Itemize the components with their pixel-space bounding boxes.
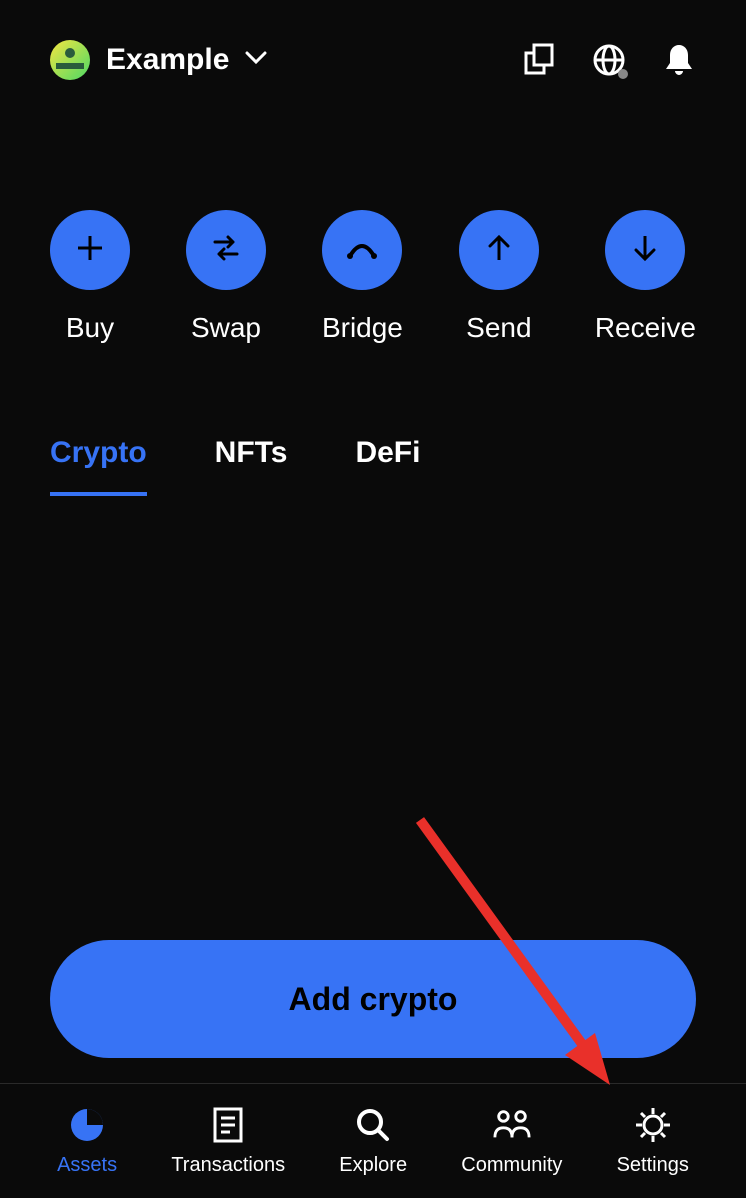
- globe-icon[interactable]: [592, 43, 626, 77]
- nav-label: Settings: [617, 1154, 689, 1177]
- action-label: Send: [466, 312, 531, 344]
- people-icon: [493, 1106, 531, 1144]
- nav-label: Assets: [57, 1154, 117, 1177]
- action-label: Swap: [191, 312, 261, 344]
- tab-defi[interactable]: DeFi: [355, 436, 420, 496]
- nav-label: Explore: [339, 1154, 407, 1177]
- action-label: Buy: [66, 312, 114, 344]
- arrow-down-icon: [631, 232, 659, 269]
- nav-assets[interactable]: Assets: [57, 1106, 117, 1177]
- swap-icon: [209, 234, 243, 267]
- nav-community[interactable]: Community: [461, 1106, 562, 1177]
- nav-label: Community: [461, 1154, 562, 1177]
- avatar: [50, 40, 90, 80]
- document-icon: [209, 1106, 247, 1144]
- action-label: Receive: [595, 312, 696, 344]
- nav-label: Transactions: [171, 1154, 285, 1177]
- copy-icon[interactable]: [522, 43, 556, 77]
- account-name: Example: [106, 43, 229, 77]
- buy-action[interactable]: Buy: [50, 210, 130, 344]
- action-label: Bridge: [322, 312, 403, 344]
- chart-icon: [68, 1106, 106, 1144]
- add-crypto-button[interactable]: Add crypto: [50, 940, 696, 1058]
- bridge-icon: [344, 234, 380, 267]
- account-selector[interactable]: Example: [50, 40, 267, 80]
- nav-transactions[interactable]: Transactions: [171, 1106, 285, 1177]
- actions-row: Buy Swap Bridge: [0, 100, 746, 384]
- tabs-row: Crypto NFTs DeFi: [0, 384, 746, 496]
- plus-icon: [74, 232, 106, 269]
- gear-icon: [634, 1106, 672, 1144]
- tab-nfts[interactable]: NFTs: [215, 436, 288, 496]
- arrow-up-icon: [485, 232, 513, 269]
- chevron-down-icon: [245, 51, 267, 70]
- send-action[interactable]: Send: [459, 210, 539, 344]
- swap-action[interactable]: Swap: [186, 210, 266, 344]
- receive-action[interactable]: Receive: [595, 210, 696, 344]
- bridge-action[interactable]: Bridge: [322, 210, 403, 344]
- bottom-nav: Assets Transactions Explore: [0, 1083, 746, 1198]
- nav-explore[interactable]: Explore: [339, 1106, 407, 1177]
- nav-settings[interactable]: Settings: [617, 1106, 689, 1177]
- bell-icon[interactable]: [662, 43, 696, 77]
- search-icon: [354, 1106, 392, 1144]
- header-icons: [522, 43, 696, 77]
- tab-crypto[interactable]: Crypto: [50, 436, 147, 496]
- header: Example: [0, 0, 746, 100]
